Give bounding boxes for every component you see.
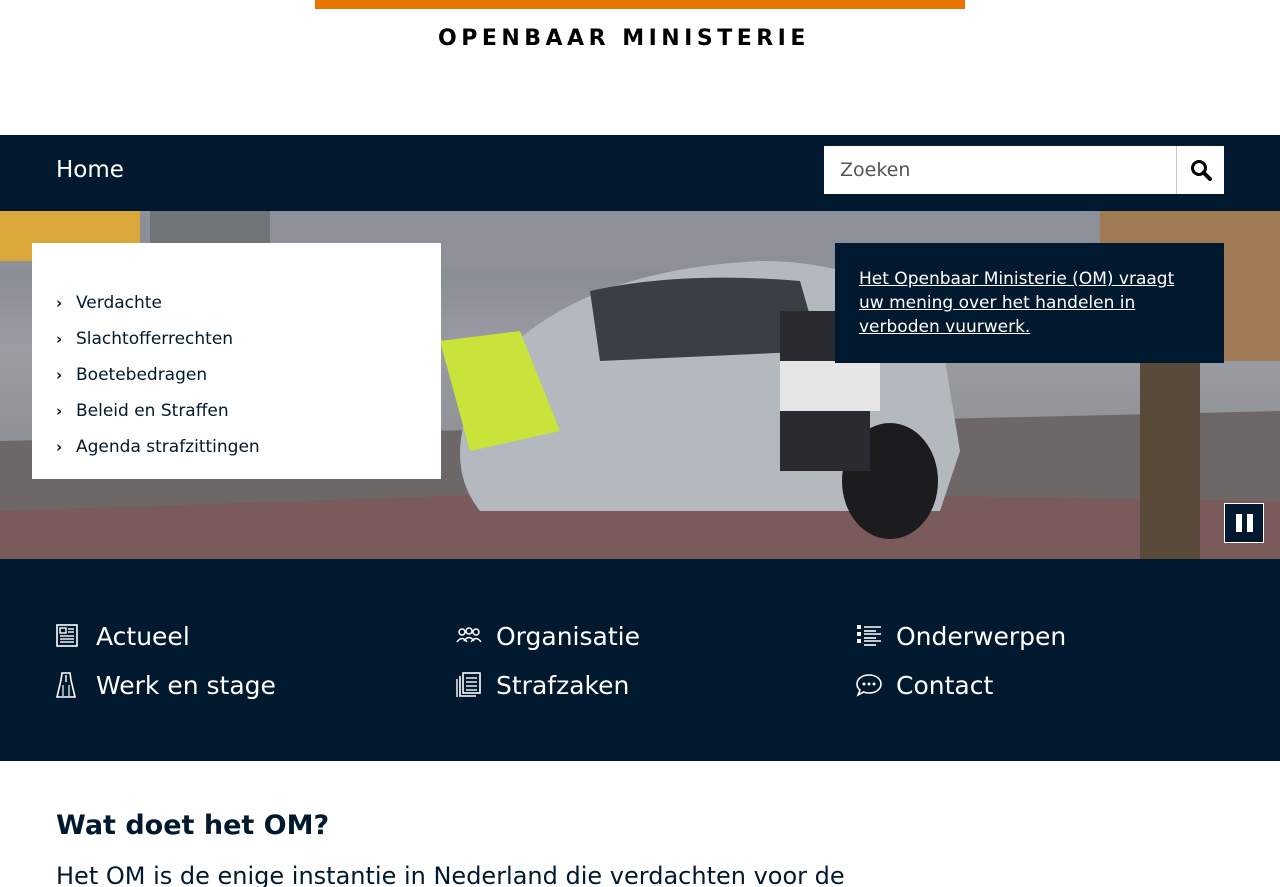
- tile-contact[interactable]: Contact: [856, 670, 993, 700]
- chevron-right-icon: ›: [56, 330, 63, 348]
- chevron-right-icon: ›: [56, 366, 63, 384]
- tile-actueel[interactable]: Actueel: [56, 621, 190, 651]
- intro-paragraph: Het OM is de enige instantie in Nederlan…: [56, 862, 845, 887]
- tile-organisatie[interactable]: Organisatie: [456, 621, 640, 651]
- quick-link[interactable]: › Verdachte: [56, 285, 441, 321]
- tile-onderwerpen[interactable]: Onderwerpen: [856, 621, 1066, 651]
- pause-icon: [1235, 514, 1242, 532]
- search-button[interactable]: [1176, 146, 1224, 194]
- quick-links-panel: › Verdachte › Slachtofferrechten › Boetebed…: [32, 243, 441, 479]
- tile-strafzaken[interactable]: Strafzaken: [456, 670, 629, 700]
- tile-werk-en-stage[interactable]: Werk en stage: [56, 670, 276, 700]
- carousel-pause-button[interactable]: [1224, 503, 1264, 543]
- newspaper-icon: [56, 621, 96, 651]
- hero-carousel: › Verdachte › Slachtofferrechten › Boetebed…: [0, 211, 1280, 559]
- documents-icon: [456, 670, 496, 700]
- intro-heading: Wat doet het OM?: [56, 810, 330, 841]
- quick-link[interactable]: › Agenda strafzittingen: [56, 429, 441, 465]
- site-header: OPENBAAR MINISTERIE: [0, 0, 1280, 135]
- news-highlight: Het Openbaar Ministerie (OM) vraagt uw m…: [835, 243, 1224, 363]
- quick-link[interactable]: › Beleid en Straffen: [56, 393, 441, 429]
- toga-icon: [56, 670, 96, 700]
- nav-home-link[interactable]: Home: [56, 157, 124, 183]
- search-input[interactable]: [824, 146, 1176, 194]
- logo-bar: [315, 0, 965, 9]
- list-icon: [856, 621, 896, 651]
- chat-icon: [856, 670, 896, 700]
- search-form: [824, 146, 1224, 194]
- search-icon: [1190, 160, 1212, 181]
- main-navigation-tiles: Actueel Organisatie Onderwerpen Werk en …: [0, 559, 1280, 761]
- chevron-right-icon: ›: [56, 402, 63, 420]
- news-link[interactable]: Het Openbaar Ministerie (OM) vraagt uw m…: [859, 269, 1174, 337]
- quick-link[interactable]: › Slachtofferrechten: [56, 321, 441, 357]
- chevron-right-icon: ›: [56, 438, 63, 456]
- chevron-right-icon: ›: [56, 294, 63, 312]
- quick-link[interactable]: › Boetebedragen: [56, 357, 441, 393]
- site-logo[interactable]: OPENBAAR MINISTERIE: [438, 26, 838, 51]
- main-navbar: Home: [0, 135, 1280, 211]
- people-icon: [456, 621, 496, 651]
